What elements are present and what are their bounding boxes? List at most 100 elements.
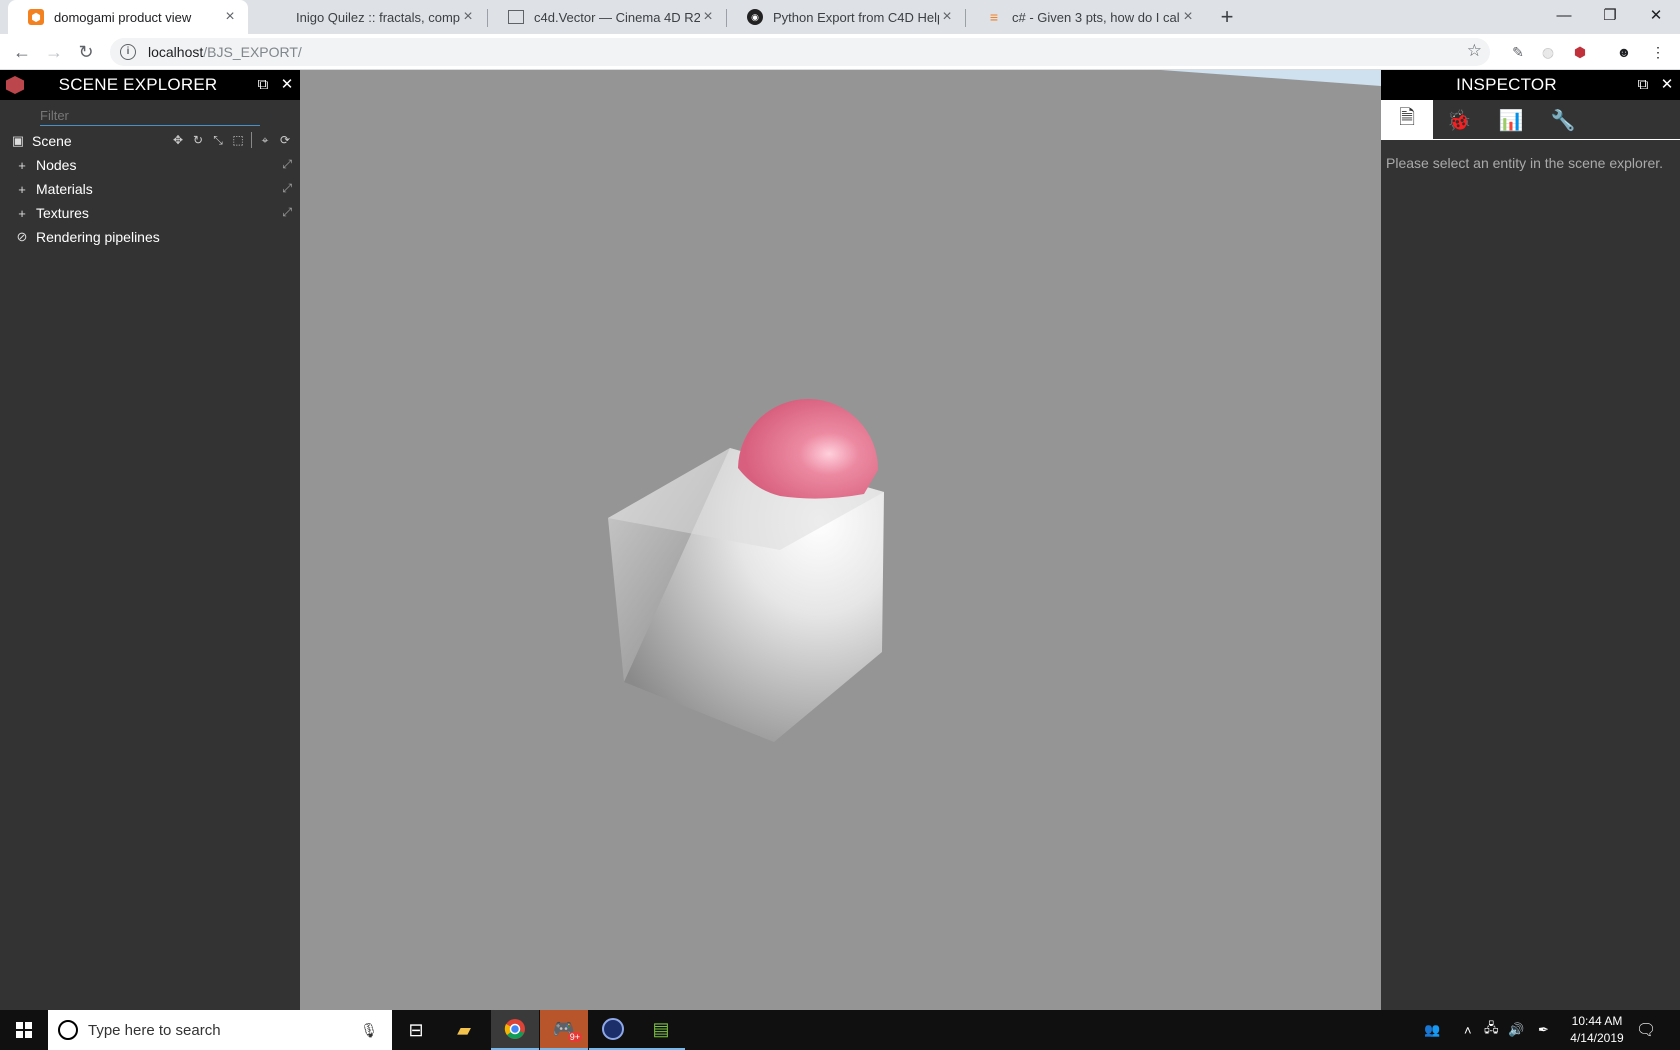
bookmark-star-icon[interactable]: ☆ (1467, 41, 1482, 61)
image-icon: ▣ (11, 133, 25, 148)
popout-icon[interactable]: ⧉ (1632, 74, 1654, 96)
scene-explorer-panel: SCENE EXPLORER ⧉ ✕ ▣ Scene ✥ ↻ ⤡ ⬚ ⌖ ⟳ +… (0, 70, 300, 1010)
inspector-tabs: 🗎 🐞 📊 🔧 (1381, 100, 1680, 140)
people-icon[interactable]: 👥 (1424, 1010, 1440, 1050)
back-button[interactable]: ← (10, 40, 34, 64)
inspector-header: INSPECTOR ⧉ ✕ (1381, 70, 1680, 100)
menu-kebab-icon[interactable]: ⋮ (1648, 42, 1668, 62)
cortana-icon (58, 1020, 78, 1040)
scene-render (608, 398, 884, 742)
start-button[interactable] (0, 1010, 48, 1050)
tray-chevron-icon[interactable]: ˄ (1464, 1010, 1472, 1050)
microphone-icon[interactable]: 🎙 (360, 1022, 378, 1039)
stackoverflow-favicon-icon: ≡ (989, 9, 999, 25)
close-tab-icon[interactable]: × (1180, 8, 1196, 26)
ban-icon: ⊘ (16, 229, 28, 244)
cinema4d-favicon-icon: ◉ (747, 9, 763, 25)
scale-gizmo-icon[interactable]: ⤡ (211, 133, 225, 148)
close-tab-icon[interactable]: × (939, 8, 955, 26)
tree-item-label: Materials (36, 181, 93, 197)
minimize-button[interactable]: — (1540, 0, 1588, 30)
tab-python-export[interactable]: ◉ Python Export from C4D Help - C × (727, 0, 965, 34)
close-window-button[interactable]: ✕ (1632, 0, 1680, 30)
babylon-extension-icon[interactable]: ⬢ (1570, 42, 1590, 62)
file-icon: 🗎 (1398, 107, 1416, 129)
tab-title: c# - Given 3 pts, how do I calcula (1012, 9, 1180, 25)
tab-title: Inigo Quilez :: fractals, computer (296, 9, 460, 25)
refresh-icon[interactable]: ⟳ (278, 133, 292, 147)
expand-icon[interactable]: ⤢ (282, 181, 292, 196)
close-icon[interactable]: ✕ (276, 74, 298, 96)
discord-icon[interactable]: 🎮 9+ (540, 1010, 588, 1050)
volume-icon[interactable]: 🔊 (1508, 1010, 1524, 1050)
chrome-logo (504, 1019, 525, 1039)
file-explorer-icon[interactable]: ▰ (440, 1010, 488, 1050)
crosshair-icon[interactable]: ⌖ (258, 133, 272, 148)
tab-tools[interactable]: 🔧 (1537, 100, 1589, 140)
tree-item-label: Nodes (36, 157, 77, 173)
task-view-button[interactable]: ⊟ (392, 1010, 440, 1050)
profile-avatar-icon[interactable]: ☻ (1614, 42, 1634, 62)
tab-c4d-vector[interactable]: c4d.Vector — Cinema 4D R20 Pyt × (488, 0, 726, 34)
tab-properties[interactable]: 🗎 (1381, 100, 1433, 140)
close-tab-icon[interactable]: × (700, 8, 716, 26)
document-favicon-icon (508, 10, 524, 24)
wrench-icon: 🔧 (1550, 109, 1576, 132)
eyedropper-extension-icon[interactable]: ✎ (1508, 42, 1528, 62)
expand-icon[interactable]: ⤢ (282, 205, 292, 220)
translate-gizmo-icon[interactable]: ✥ (171, 133, 185, 147)
taskbar-clock[interactable]: 10:44 AM 4/14/2019 (1562, 1013, 1632, 1047)
info-icon[interactable]: i (120, 44, 136, 60)
restore-button[interactable]: ❐ (1586, 0, 1634, 30)
bounding-box-gizmo-icon[interactable]: ⬚ (231, 133, 245, 147)
chrome-icon[interactable] (491, 1010, 539, 1050)
blank-favicon-icon (270, 9, 286, 25)
shield-extension-icon[interactable]: ◍ (1538, 42, 1558, 62)
url-host: localhost (148, 44, 204, 60)
babylon-logo-icon (6, 76, 24, 94)
scene-gizmo-tools: ✥ ↻ ⤡ ⬚ ⌖ ⟳ (171, 132, 292, 148)
network-icon[interactable]: 🖧 (1484, 1010, 1499, 1050)
close-icon[interactable]: ✕ (1656, 74, 1678, 96)
inspector-empty-message: Please select an entity in the scene exp… (1386, 155, 1664, 171)
expand-icon[interactable]: ⤢ (282, 157, 292, 172)
notification-badge: 9+ (567, 1032, 582, 1042)
tab-statistics[interactable]: 📊 (1485, 100, 1537, 140)
pen-icon[interactable]: ✒ (1538, 1010, 1549, 1050)
tool-divider (251, 132, 252, 148)
tab-domogami[interactable]: ⬢ domogami product view × (8, 0, 248, 34)
bug-icon: 🐞 (1446, 109, 1472, 132)
plus-icon[interactable]: + (14, 206, 30, 221)
tree-item-textures[interactable]: + Textures ⤢ (0, 201, 300, 225)
new-tab-button[interactable]: + (1215, 5, 1239, 29)
tree-item-scene[interactable]: ▣ Scene ✥ ↻ ⤡ ⬚ ⌖ ⟳ (0, 129, 300, 153)
address-bar[interactable]: i localhost/BJS_EXPORT/ ☆ (110, 38, 1490, 66)
close-tab-icon[interactable]: × (222, 8, 238, 26)
tree-item-materials[interactable]: + Materials ⤢ (0, 177, 300, 201)
chart-icon: 📊 (1498, 109, 1524, 132)
cinema4d-icon[interactable] (589, 1010, 637, 1050)
3d-viewport[interactable] (300, 70, 1381, 1010)
plus-icon[interactable]: + (14, 158, 30, 173)
reload-button[interactable]: ↻ (74, 40, 98, 64)
action-center-icon[interactable]: 🗨 (1636, 1010, 1656, 1050)
plus-icon[interactable]: + (14, 182, 30, 197)
forward-button[interactable]: → (42, 40, 66, 64)
tab-inigo-quilez[interactable]: Inigo Quilez :: fractals, computer × (250, 0, 486, 34)
tab-stackoverflow[interactable]: ≡ c# - Given 3 pts, how do I calcula × (966, 0, 1206, 34)
tree-item-nodes[interactable]: + Nodes ⤢ (0, 153, 300, 177)
tab-debug[interactable]: 🐞 (1433, 100, 1485, 140)
tree-item-label: Rendering pipelines (36, 229, 160, 245)
rotate-gizmo-icon[interactable]: ↻ (191, 133, 205, 147)
tab-title: c4d.Vector — Cinema 4D R20 Pyt (534, 9, 700, 25)
filter-input[interactable] (40, 106, 260, 126)
babylon-favicon-icon: ⬢ (28, 9, 44, 25)
browser-tab-bar: ⬢ domogami product view × Inigo Quilez :… (0, 0, 1680, 34)
notepad-icon[interactable]: ▤ (637, 1010, 685, 1050)
inspector-title: INSPECTOR (1456, 75, 1557, 94)
browser-toolbar: ← → ↻ i localhost/BJS_EXPORT/ ☆ ✎ ◍ ⬢ ☻ … (0, 34, 1680, 70)
close-tab-icon[interactable]: × (460, 8, 476, 26)
taskbar-search[interactable]: Type here to search 🎙 (48, 1010, 392, 1050)
tree-item-rendering-pipelines[interactable]: ⊘ Rendering pipelines (0, 225, 300, 249)
popout-icon[interactable]: ⧉ (252, 74, 274, 96)
